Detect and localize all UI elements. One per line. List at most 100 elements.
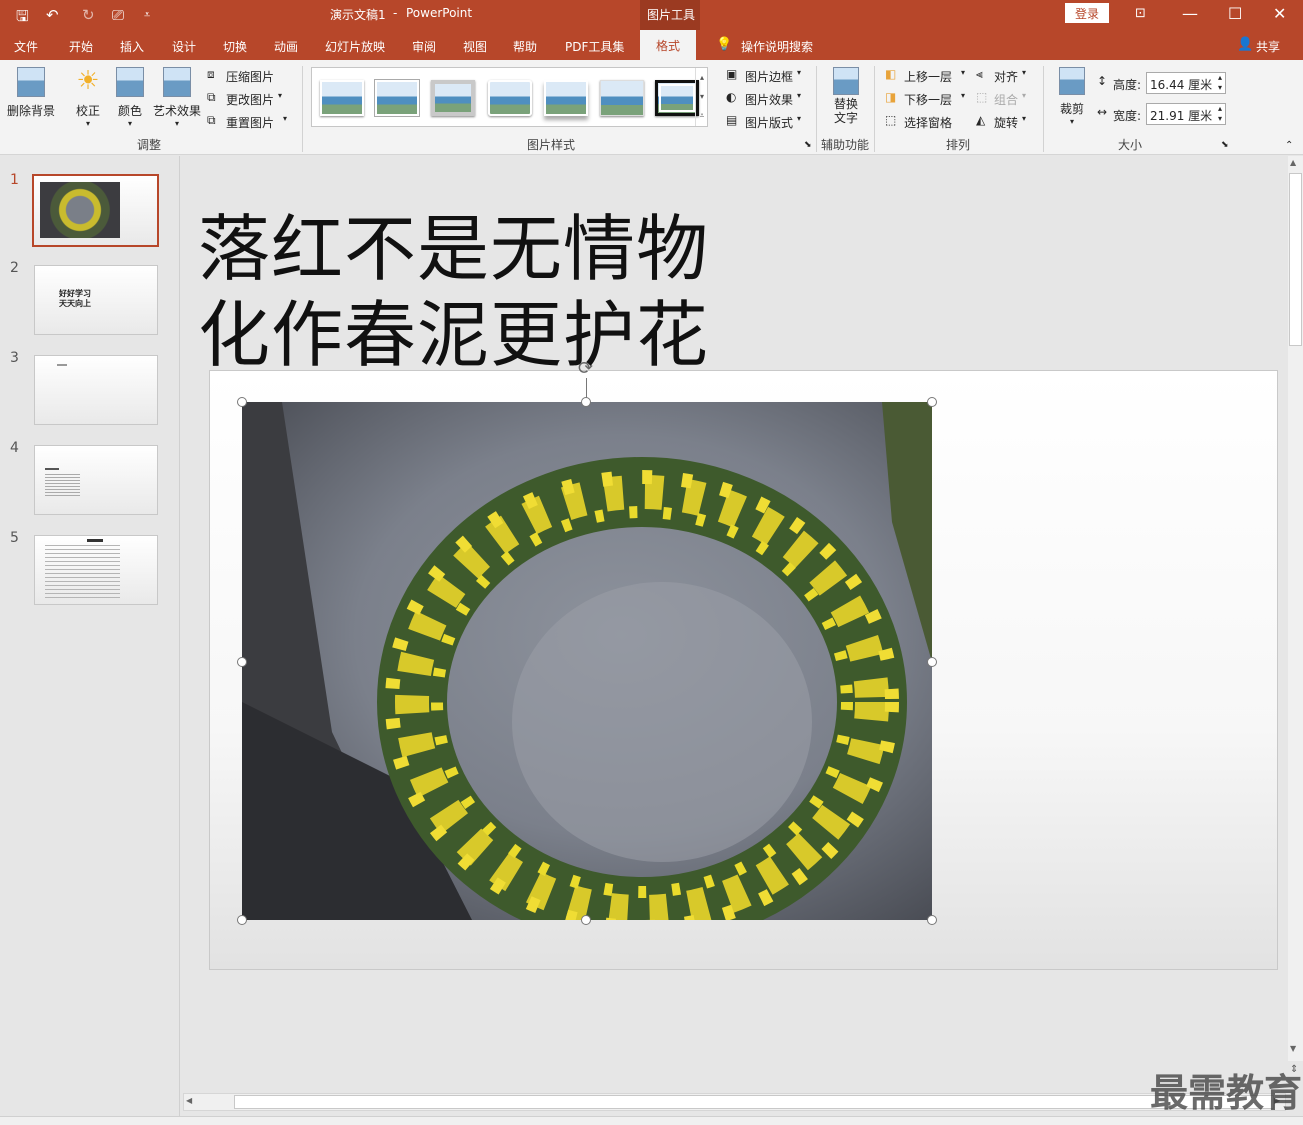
picture-style-thumbnail[interactable] xyxy=(600,80,644,116)
size-dialog-launcher-icon[interactable]: ⬊ xyxy=(1221,140,1229,150)
picture-style-thumbnail[interactable] xyxy=(488,80,532,116)
height-input[interactable]: 16.44 厘米 ▴ ▾ xyxy=(1146,72,1226,94)
undo-icon[interactable]: ↶ xyxy=(46,6,59,24)
watermark: 最需教育 xyxy=(1150,1071,1303,1115)
redo-icon[interactable]: ↻ xyxy=(82,6,95,24)
ribbon-display-icon[interactable]: ⊡ xyxy=(1135,6,1146,21)
resize-handle-bottom[interactable] xyxy=(581,915,591,925)
vertical-scrollbar[interactable]: ▲ ▼ xyxy=(1288,156,1303,1061)
tab-home[interactable]: 开始 xyxy=(69,38,93,55)
picture-border-dropdown-icon[interactable]: ▾ xyxy=(797,68,801,77)
sun-icon: ☀ xyxy=(76,66,100,96)
picture-layout-dropdown-icon[interactable]: ▾ xyxy=(797,114,801,123)
rotate-button[interactable]: 旋转 xyxy=(994,114,1018,131)
reset-picture-icon: ⧉ xyxy=(207,113,216,127)
slide-thumbnail-2[interactable]: 好好学习 天天向上 xyxy=(34,265,158,335)
customize-icon[interactable]: ⩡ xyxy=(144,8,150,22)
picture-style-thumbnail[interactable] xyxy=(375,80,419,116)
color-button[interactable]: 颜色 ▾ xyxy=(112,64,148,128)
group-dropdown-icon[interactable]: ▾ xyxy=(1022,91,1026,100)
login-button[interactable]: 登录 xyxy=(1065,3,1109,23)
wreath-photo[interactable] xyxy=(242,402,932,920)
resize-handle-right[interactable] xyxy=(927,657,937,667)
picture-layout-button[interactable]: 图片版式 xyxy=(745,114,793,131)
picture-style-thumbnail[interactable] xyxy=(544,80,588,116)
align-dropdown-icon[interactable]: ▾ xyxy=(1022,68,1026,77)
minimize-icon[interactable]: — xyxy=(1182,4,1198,23)
horizontal-scroll-thumb[interactable] xyxy=(234,1095,1274,1109)
tab-review[interactable]: 审阅 xyxy=(412,38,436,55)
resize-handle-top-left[interactable] xyxy=(237,397,247,407)
horizontal-scrollbar[interactable]: ◀ ▶ xyxy=(183,1093,1286,1111)
slide-thumbnail-4[interactable] xyxy=(34,445,158,515)
slide-thumbnail-5[interactable] xyxy=(34,535,158,605)
bring-forward-dropdown-icon[interactable]: ▾ xyxy=(961,68,965,77)
rotate-handle-icon[interactable]: ⟳ xyxy=(578,358,593,379)
picture-effects-button[interactable]: 图片效果 xyxy=(745,91,793,108)
tab-file[interactable]: 文件 xyxy=(14,38,38,55)
width-spinner-icon[interactable]: ▴ ▾ xyxy=(1218,104,1222,124)
ribbon-tabs: 文件 开始 插入 设计 切换 动画 幻灯片放映 审阅 视图 帮助 PDF工具集 … xyxy=(0,30,1303,60)
color-dropdown-icon: ▾ xyxy=(127,119,132,128)
reset-picture-button[interactable]: 重置图片 xyxy=(226,114,274,131)
save-icon[interactable]: 🖫 xyxy=(16,6,29,31)
group-button[interactable]: 组合 xyxy=(994,91,1018,108)
scroll-left-icon[interactable]: ◀ xyxy=(186,1096,192,1105)
height-spinner-icon[interactable]: ▴ ▾ xyxy=(1218,73,1222,93)
document-title: 演示文稿1 xyxy=(330,8,386,22)
gallery-scroll[interactable]: ▴ ▾ ⩡ xyxy=(695,68,708,126)
slide-thumbnail-3[interactable] xyxy=(34,355,158,425)
crop-button[interactable]: 裁剪 ▾ xyxy=(1054,64,1090,126)
slide-number: 2 xyxy=(10,260,19,276)
picture-style-thumbnail[interactable] xyxy=(431,80,475,116)
vertical-scroll-thumb[interactable] xyxy=(1289,173,1302,346)
resize-handle-bottom-left[interactable] xyxy=(237,915,247,925)
tab-design[interactable]: 设计 xyxy=(172,38,196,55)
corrections-button[interactable]: ☀ 校正 ▾ xyxy=(70,64,106,128)
send-backward-button[interactable]: 下移一层 xyxy=(904,91,952,108)
scroll-down-icon[interactable]: ▼ xyxy=(1290,1044,1296,1053)
present-icon[interactable]: ⎚ xyxy=(112,6,124,24)
selection-pane-button[interactable]: 选择窗格 xyxy=(904,114,952,131)
alt-text-button[interactable]: 替换 文字 xyxy=(826,64,866,125)
align-button[interactable]: 对齐 xyxy=(994,68,1018,85)
tab-pdf-tools[interactable]: PDF工具集 xyxy=(565,38,624,55)
slide-thumbnail-1[interactable] xyxy=(32,174,159,247)
height-icon: ↕ xyxy=(1097,74,1108,88)
change-picture-dropdown-icon[interactable]: ▾ xyxy=(278,91,282,100)
styles-dialog-launcher-icon[interactable]: ⬊ xyxy=(804,140,812,150)
maximize-icon[interactable]: ☐ xyxy=(1228,4,1242,23)
tab-slideshow[interactable]: 幻灯片放映 xyxy=(325,38,385,55)
picture-style-thumbnail[interactable] xyxy=(320,80,364,116)
picture-effects-dropdown-icon[interactable]: ▾ xyxy=(797,91,801,100)
share-button[interactable]: 共享 xyxy=(1256,38,1280,55)
resize-handle-top[interactable] xyxy=(581,397,591,407)
slide-title-line-2[interactable]: 化作春泥更护花 xyxy=(198,276,709,381)
tab-format[interactable]: 格式 xyxy=(640,30,697,60)
picture-style-thumbnail[interactable] xyxy=(655,80,699,116)
wreath-thumbnail-image xyxy=(40,182,120,238)
send-backward-dropdown-icon[interactable]: ▾ xyxy=(961,91,965,100)
scroll-up-icon[interactable]: ▲ xyxy=(1290,158,1296,167)
tell-me-search[interactable]: 操作说明搜索 xyxy=(741,38,813,55)
close-icon[interactable]: ✕ xyxy=(1273,4,1286,23)
compress-pictures-button[interactable]: 压缩图片 xyxy=(226,68,274,85)
tab-transitions[interactable]: 切换 xyxy=(223,38,247,55)
resize-handle-left[interactable] xyxy=(237,657,247,667)
artistic-effects-button[interactable]: 艺术效果 ▾ xyxy=(151,64,203,128)
reset-picture-dropdown-icon[interactable]: ▾ xyxy=(283,114,287,123)
alt-text-label-2: 文字 xyxy=(833,111,858,125)
bring-forward-button[interactable]: 上移一层 xyxy=(904,68,952,85)
tab-view[interactable]: 视图 xyxy=(463,38,487,55)
remove-background-button[interactable]: 删除背景 xyxy=(4,64,58,119)
resize-handle-top-right[interactable] xyxy=(927,397,937,407)
picture-border-button[interactable]: 图片边框 xyxy=(745,68,793,85)
resize-handle-bottom-right[interactable] xyxy=(927,915,937,925)
tab-insert[interactable]: 插入 xyxy=(120,38,144,55)
collapse-ribbon-icon[interactable]: ⌃ xyxy=(1285,140,1293,151)
rotate-dropdown-icon[interactable]: ▾ xyxy=(1022,114,1026,123)
width-input[interactable]: 21.91 厘米 ▴ ▾ xyxy=(1146,103,1226,125)
tab-help[interactable]: 帮助 xyxy=(513,38,537,55)
change-picture-button[interactable]: 更改图片 xyxy=(226,91,274,108)
tab-animations[interactable]: 动画 xyxy=(274,38,298,55)
